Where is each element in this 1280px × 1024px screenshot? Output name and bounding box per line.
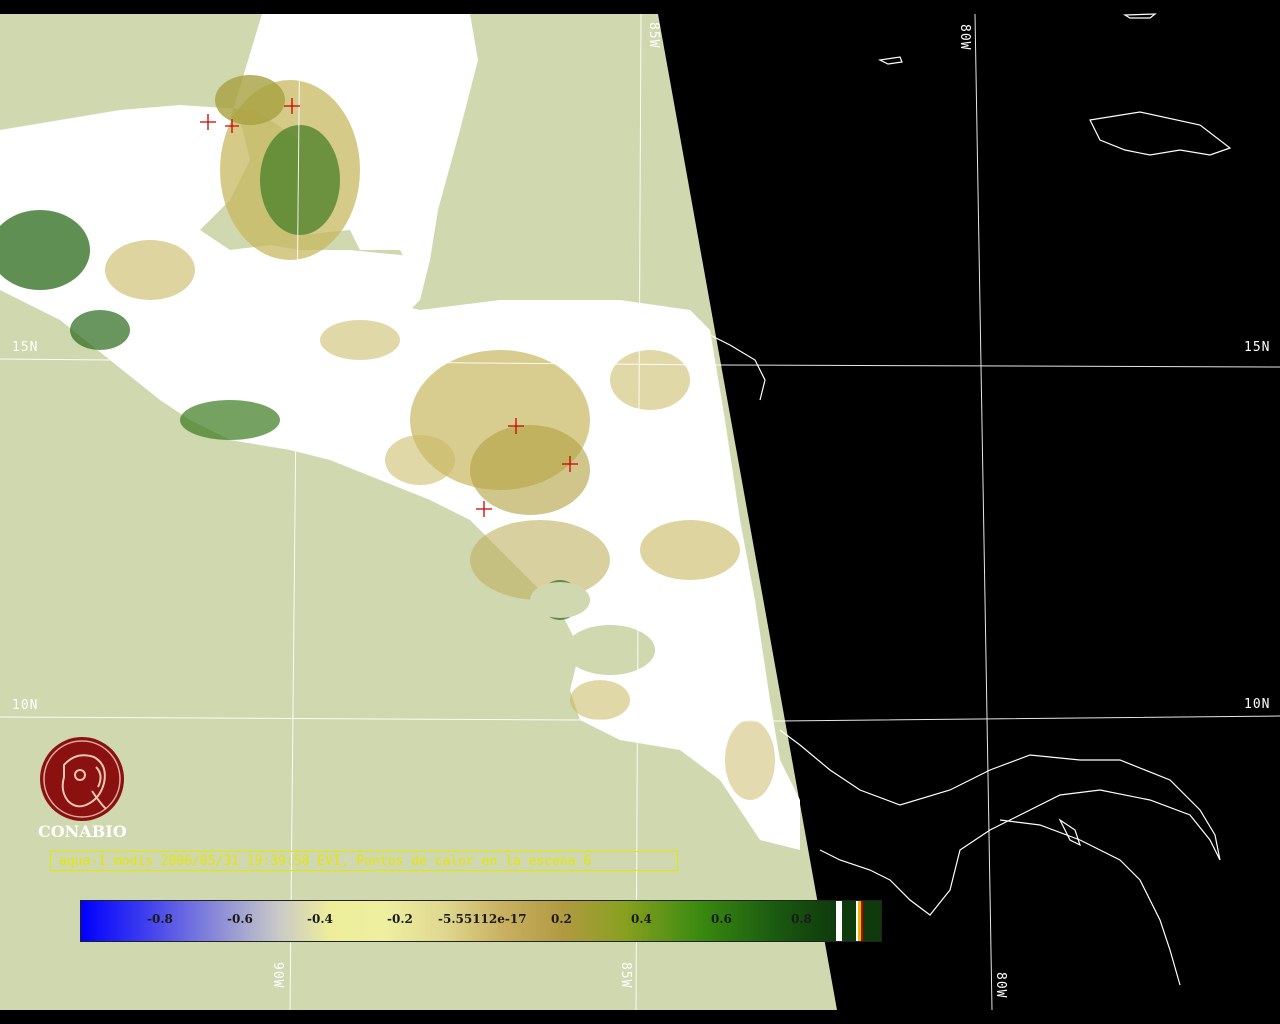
lat-15n-left-label: 15N (12, 340, 39, 355)
colorbar-label: -0.8 (147, 912, 173, 926)
colorbar-label: 0.8 (791, 912, 812, 926)
colorbar-label: -0.2 (387, 912, 413, 926)
evi-colorbar: -0.8 -0.6 -0.4 -0.2 -5.55112e-17 0.2 0.4… (80, 900, 882, 942)
lon-80w-bottom-label: 80W (993, 972, 1008, 999)
lat-15n-right-label: 15N (1244, 340, 1271, 355)
lon-90w-bottom-label: 90W (270, 962, 285, 989)
lat-10n-left-label: 10N (12, 698, 39, 713)
lake-managua (530, 582, 590, 618)
colorbar-label: -5.55112e-17 (438, 912, 527, 926)
conabio-logo-text: CONABIO (38, 822, 127, 841)
colorbar-label: 0.4 (631, 912, 652, 926)
lake-nicaragua (565, 625, 655, 675)
colorbar-stripe-red (861, 901, 863, 941)
colorbar-label: -0.6 (227, 912, 253, 926)
colorbar-label: 0.2 (551, 912, 572, 926)
colorbar-label: 0.6 (711, 912, 732, 926)
lon-85w-top-label: 85W (646, 22, 661, 49)
lat-10n-right-label: 10N (1244, 697, 1271, 712)
lon-80w-top-label: 80W (957, 24, 972, 51)
colorbar-stripe-white (836, 901, 842, 941)
scene-caption: aqua-1 modis 2006/05/31 19:39:58 EVI, Pu… (50, 851, 678, 871)
lon-85w-bottom-label: 85W (618, 962, 633, 989)
colorbar-label: -0.4 (307, 912, 333, 926)
